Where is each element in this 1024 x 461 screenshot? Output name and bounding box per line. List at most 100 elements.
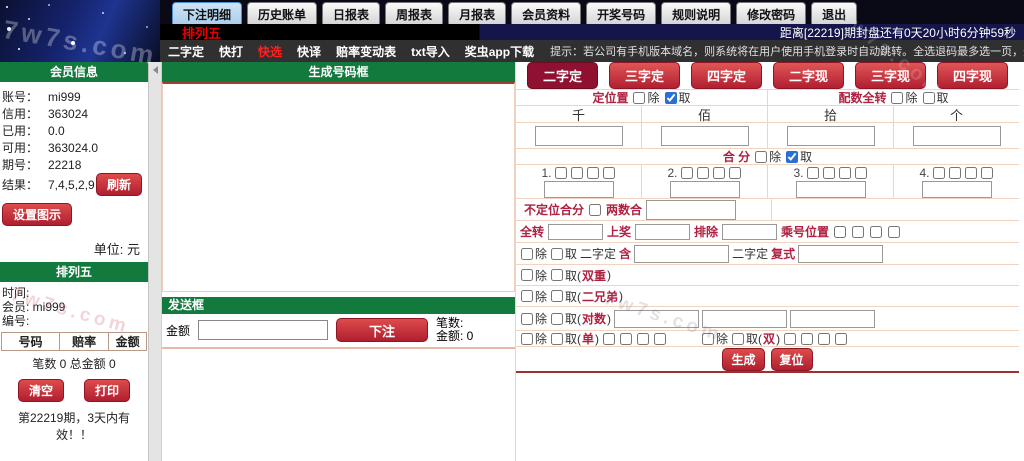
full-exclude-checkbox[interactable] — [891, 92, 903, 104]
tab[interactable]: 二字定 — [168, 43, 204, 60]
multiply-pos-checkbox[interactable] — [870, 226, 882, 238]
group-3-checkbox[interactable] — [855, 167, 867, 179]
odd-take[interactable]: 取(单) — [550, 330, 599, 347]
refresh-button[interactable]: 刷新 — [96, 173, 142, 196]
full-exclude[interactable]: 除 — [890, 89, 917, 106]
full-take-checkbox[interactable] — [923, 92, 935, 104]
nofix-checkbox[interactable] — [589, 204, 601, 216]
pair-take[interactable]: 取(对数) — [550, 310, 611, 327]
odd-pos-checkbox[interactable] — [654, 333, 666, 345]
odd-exclude[interactable]: 除 — [520, 330, 547, 347]
contain-exclude-checkbox[interactable] — [521, 248, 533, 260]
tab[interactable]: 奖虫app下载 — [465, 43, 534, 60]
odd-pos-checkbox[interactable] — [603, 333, 615, 345]
group-4-checkbox[interactable] — [965, 167, 977, 179]
double-exclude[interactable]: 除 — [520, 267, 547, 284]
position-take-checkbox[interactable] — [665, 92, 677, 104]
mode-button[interactable]: 三字定 — [609, 62, 680, 89]
even-exclude[interactable]: 除 — [701, 330, 728, 347]
contain-exclude[interactable]: 除 — [520, 245, 547, 262]
setup-image-button[interactable]: 设置图示 — [2, 203, 72, 226]
group-2-input[interactable] — [670, 181, 740, 198]
generated-numbers-box[interactable] — [162, 82, 515, 292]
group-4-checkbox[interactable] — [949, 167, 961, 179]
hefen-take[interactable]: 取 — [785, 148, 812, 165]
contain-take[interactable]: 取 — [550, 245, 577, 262]
unit-input[interactable] — [913, 126, 1001, 146]
mode-button[interactable]: 二字定 — [527, 62, 598, 89]
tab[interactable]: 快选 — [258, 43, 282, 60]
group-4-input[interactable] — [922, 181, 992, 198]
double-exclude-checkbox[interactable] — [521, 269, 533, 281]
hefen-exclude[interactable]: 除 — [754, 148, 781, 165]
group-4-checkbox[interactable] — [981, 167, 993, 179]
group-2-checkbox[interactable] — [713, 167, 725, 179]
brothers-exclude[interactable]: 除 — [520, 288, 547, 305]
contain-take-checkbox[interactable] — [551, 248, 563, 260]
brothers-take[interactable]: 取(二兄弟) — [550, 288, 623, 305]
group-1-checkbox[interactable] — [587, 167, 599, 179]
group-3-checkbox[interactable] — [807, 167, 819, 179]
mode-button[interactable]: 二字现 — [773, 62, 844, 89]
group-2-checkbox[interactable] — [697, 167, 709, 179]
print-button[interactable]: 打印 — [84, 379, 130, 402]
compound-input[interactable] — [798, 245, 883, 263]
group-1-checkbox[interactable] — [555, 167, 567, 179]
even-pos-checkbox[interactable] — [801, 333, 813, 345]
hundred-input[interactable] — [661, 126, 749, 146]
pair-input-2[interactable] — [702, 310, 787, 328]
group-1-input[interactable] — [544, 181, 614, 198]
position-exclude[interactable]: 除 — [632, 89, 659, 106]
even-take-checkbox[interactable] — [732, 333, 744, 345]
group-3-checkbox[interactable] — [823, 167, 835, 179]
brothers-exclude-checkbox[interactable] — [521, 290, 533, 302]
mode-button[interactable]: 四字定 — [691, 62, 762, 89]
pair-take-checkbox[interactable] — [551, 313, 563, 325]
multiply-pos-checkbox[interactable] — [888, 226, 900, 238]
tab[interactable]: 快打 — [219, 43, 243, 60]
two-sum-input[interactable] — [646, 200, 736, 220]
hefen-exclude-checkbox[interactable] — [755, 151, 767, 163]
exclude-input[interactable] — [722, 224, 777, 240]
multiply-pos-checkbox[interactable] — [834, 226, 846, 238]
double-take-checkbox[interactable] — [551, 269, 563, 281]
group-2-checkbox[interactable] — [681, 167, 693, 179]
odd-pos-checkbox[interactable] — [620, 333, 632, 345]
group-3-checkbox[interactable] — [839, 167, 851, 179]
reset-button[interactable]: 复位 — [771, 348, 813, 371]
hefen-take-checkbox[interactable] — [786, 151, 798, 163]
bet-button[interactable]: 下注 — [336, 318, 428, 342]
even-pos-checkbox[interactable] — [784, 333, 796, 345]
even-pos-checkbox[interactable] — [835, 333, 847, 345]
thousand-input[interactable] — [535, 126, 623, 146]
clear-button[interactable]: 清空 — [18, 379, 64, 402]
group-4-checkbox[interactable] — [933, 167, 945, 179]
mode-button[interactable]: 三字现 — [855, 62, 926, 89]
pair-exclude-checkbox[interactable] — [521, 313, 533, 325]
double-take[interactable]: 取(双重) — [550, 267, 611, 284]
group-3-input[interactable] — [796, 181, 866, 198]
odd-take-checkbox[interactable] — [551, 333, 563, 345]
position-exclude-checkbox[interactable] — [633, 92, 645, 104]
group-1-checkbox[interactable] — [571, 167, 583, 179]
full-turn-input[interactable] — [548, 224, 603, 240]
win-input[interactable] — [635, 224, 690, 240]
ten-input[interactable] — [787, 126, 875, 146]
mode-button[interactable]: 四字现 — [937, 62, 1008, 89]
odd-pos-checkbox[interactable] — [637, 333, 649, 345]
group-2-checkbox[interactable] — [729, 167, 741, 179]
full-take[interactable]: 取 — [922, 89, 949, 106]
amount-input[interactable] — [198, 320, 328, 340]
pair-input-1[interactable] — [614, 310, 699, 328]
even-pos-checkbox[interactable] — [818, 333, 830, 345]
odd-exclude-checkbox[interactable] — [521, 333, 533, 345]
tab[interactable]: 赔率变动表 — [336, 43, 396, 60]
contain-input[interactable] — [634, 245, 729, 263]
group-1-checkbox[interactable] — [603, 167, 615, 179]
even-take[interactable]: 取(双) — [731, 330, 780, 347]
collapse-arrow-icon[interactable] — [153, 66, 158, 74]
brothers-take-checkbox[interactable] — [551, 290, 563, 302]
pair-exclude[interactable]: 除 — [520, 310, 547, 327]
pair-input-3[interactable] — [790, 310, 875, 328]
tab[interactable]: txt导入 — [411, 43, 450, 60]
